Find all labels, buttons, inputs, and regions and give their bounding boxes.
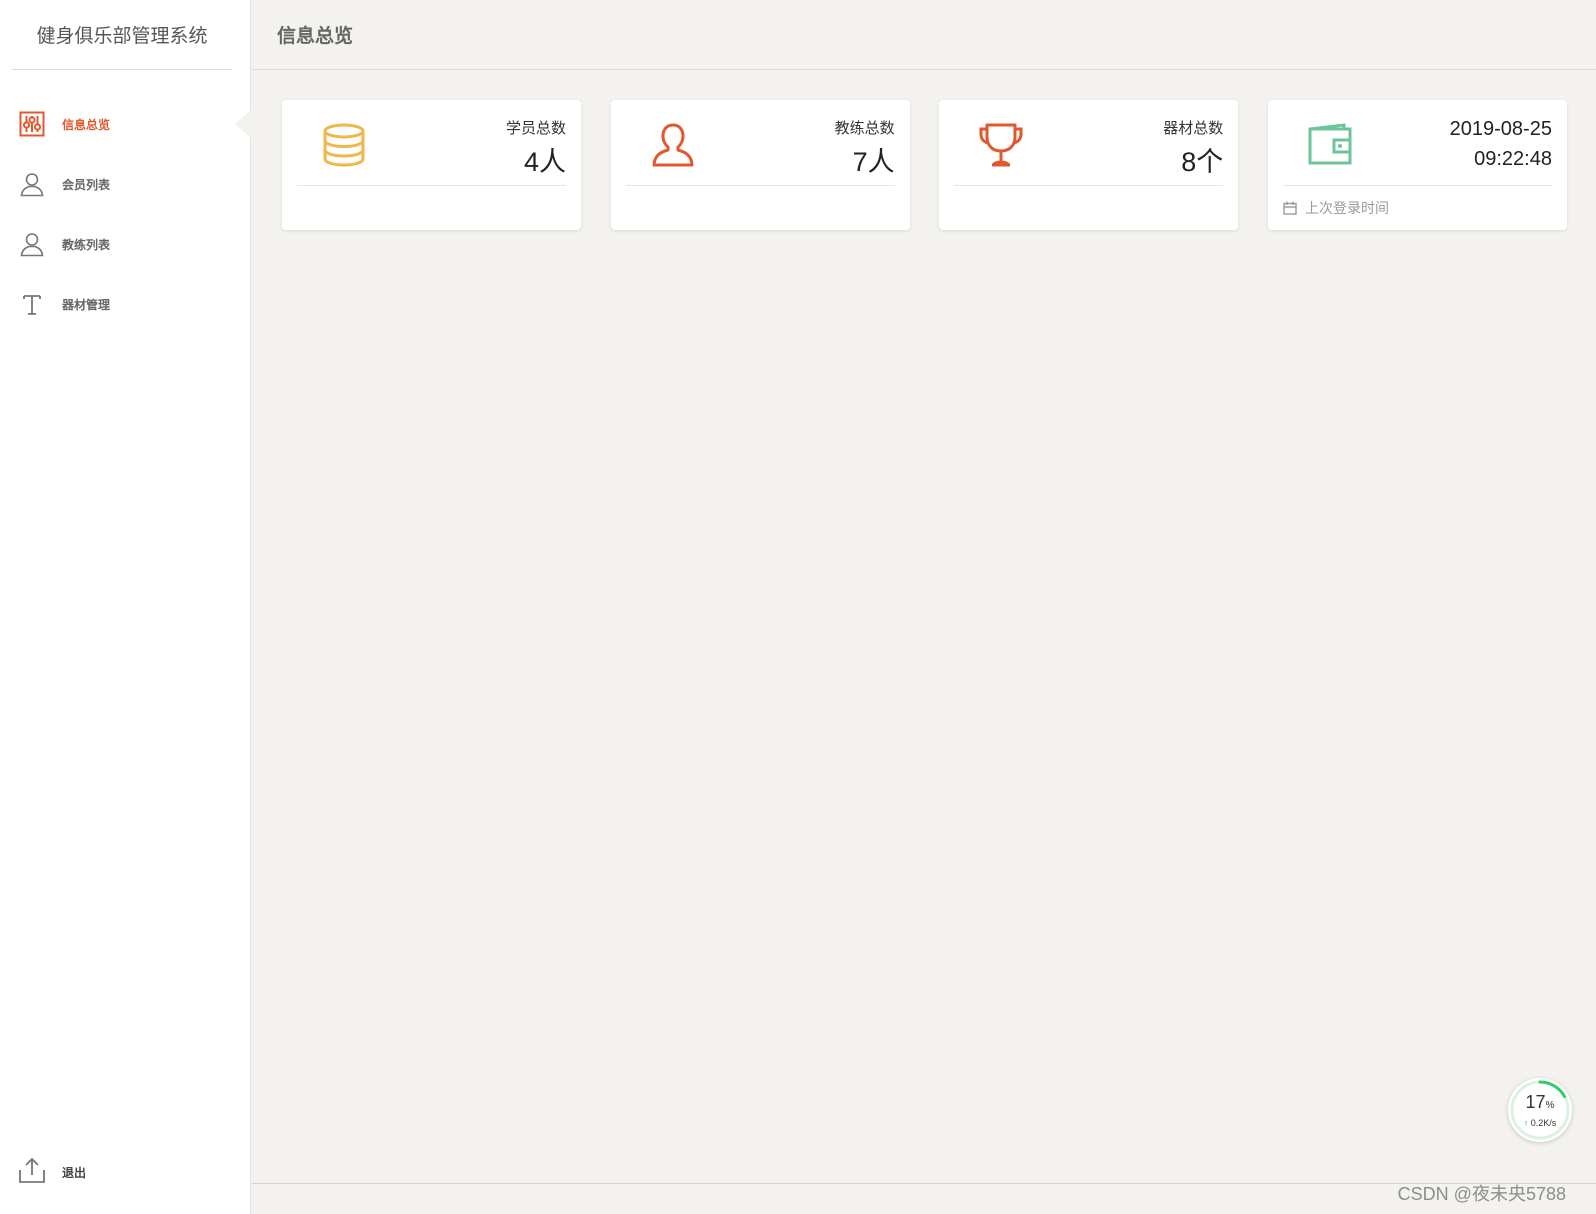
students-card: 学员总数 4人 bbox=[282, 100, 581, 230]
card-label: 器材总数 bbox=[1163, 120, 1224, 137]
trophy-icon bbox=[976, 120, 1026, 170]
coaches-card: 教练总数 7人 bbox=[610, 100, 910, 230]
speed-percent: 17% bbox=[1525, 1092, 1555, 1112]
user-icon bbox=[648, 120, 698, 170]
stat-cards: 学员总数 4人 教练总数 7人 器材总数 8个 2019-08-25 09:22… bbox=[282, 100, 1567, 230]
last-login-card: 2019-08-25 09:22:48 上次登录时间 bbox=[1267, 100, 1567, 230]
sidebar-item-label: 信息总览 bbox=[62, 117, 111, 132]
sliders-icon bbox=[18, 110, 46, 138]
sidebar-item-label: 教练列表 bbox=[62, 237, 111, 252]
calendar-icon bbox=[1283, 201, 1297, 215]
card-value: 8个 bbox=[1181, 147, 1224, 177]
speed-widget[interactable]: 17% ↑ 0.2K/s bbox=[1508, 1078, 1572, 1142]
card-value: 7人 bbox=[852, 147, 895, 177]
sidebar-nav: 信息总览 会员列表 教练列表 器材管理 bbox=[0, 94, 251, 334]
sidebar-item-label: 器材管理 bbox=[62, 297, 111, 312]
upload-icon bbox=[18, 1156, 46, 1189]
last-login-time: 09:22:48 bbox=[1474, 148, 1552, 170]
card-value: 4人 bbox=[523, 147, 566, 177]
logout-label: 退出 bbox=[62, 1165, 87, 1180]
sidebar-item-members[interactable]: 会员列表 bbox=[0, 154, 250, 214]
card-label: 学员总数 bbox=[505, 120, 566, 137]
card-label: 教练总数 bbox=[834, 120, 895, 137]
equipment-card: 器材总数 8个 bbox=[939, 100, 1239, 230]
last-login-date: 2019-08-25 bbox=[1449, 118, 1552, 140]
sidebar: 健身俱乐部管理系统 信息总览 会员列表 教练列表 器材管理 退出 bbox=[0, 0, 251, 1214]
page-header: 信息总览 bbox=[252, 0, 1596, 70]
database-icon bbox=[319, 120, 369, 170]
sidebar-item-equipment[interactable]: 器材管理 bbox=[0, 274, 250, 334]
app-title: 健身俱乐部管理系统 bbox=[12, 0, 232, 70]
page-title: 信息总览 bbox=[277, 26, 354, 47]
watermark: CSDN @夜未央5788 bbox=[1397, 1184, 1566, 1204]
card-footer: 上次登录时间 bbox=[1283, 198, 1552, 218]
wallet-icon bbox=[1305, 120, 1355, 170]
text-t-icon bbox=[18, 290, 46, 318]
page-footer: CSDN @夜未央5788 bbox=[252, 1183, 1596, 1214]
sidebar-item-overview[interactable]: 信息总览 bbox=[0, 94, 251, 154]
sidebar-item-coaches[interactable]: 教练列表 bbox=[0, 214, 250, 274]
speed-rate: ↑ 0.2K/s bbox=[1523, 1118, 1557, 1128]
sidebar-item-label: 会员列表 bbox=[62, 177, 111, 192]
user-icon bbox=[18, 170, 46, 198]
logout-button[interactable]: 退出 bbox=[0, 1152, 86, 1192]
last-login-label: 上次登录时间 bbox=[1304, 200, 1389, 216]
user-icon bbox=[18, 230, 46, 258]
arrow-up-icon: ↑ bbox=[1523, 1118, 1529, 1128]
